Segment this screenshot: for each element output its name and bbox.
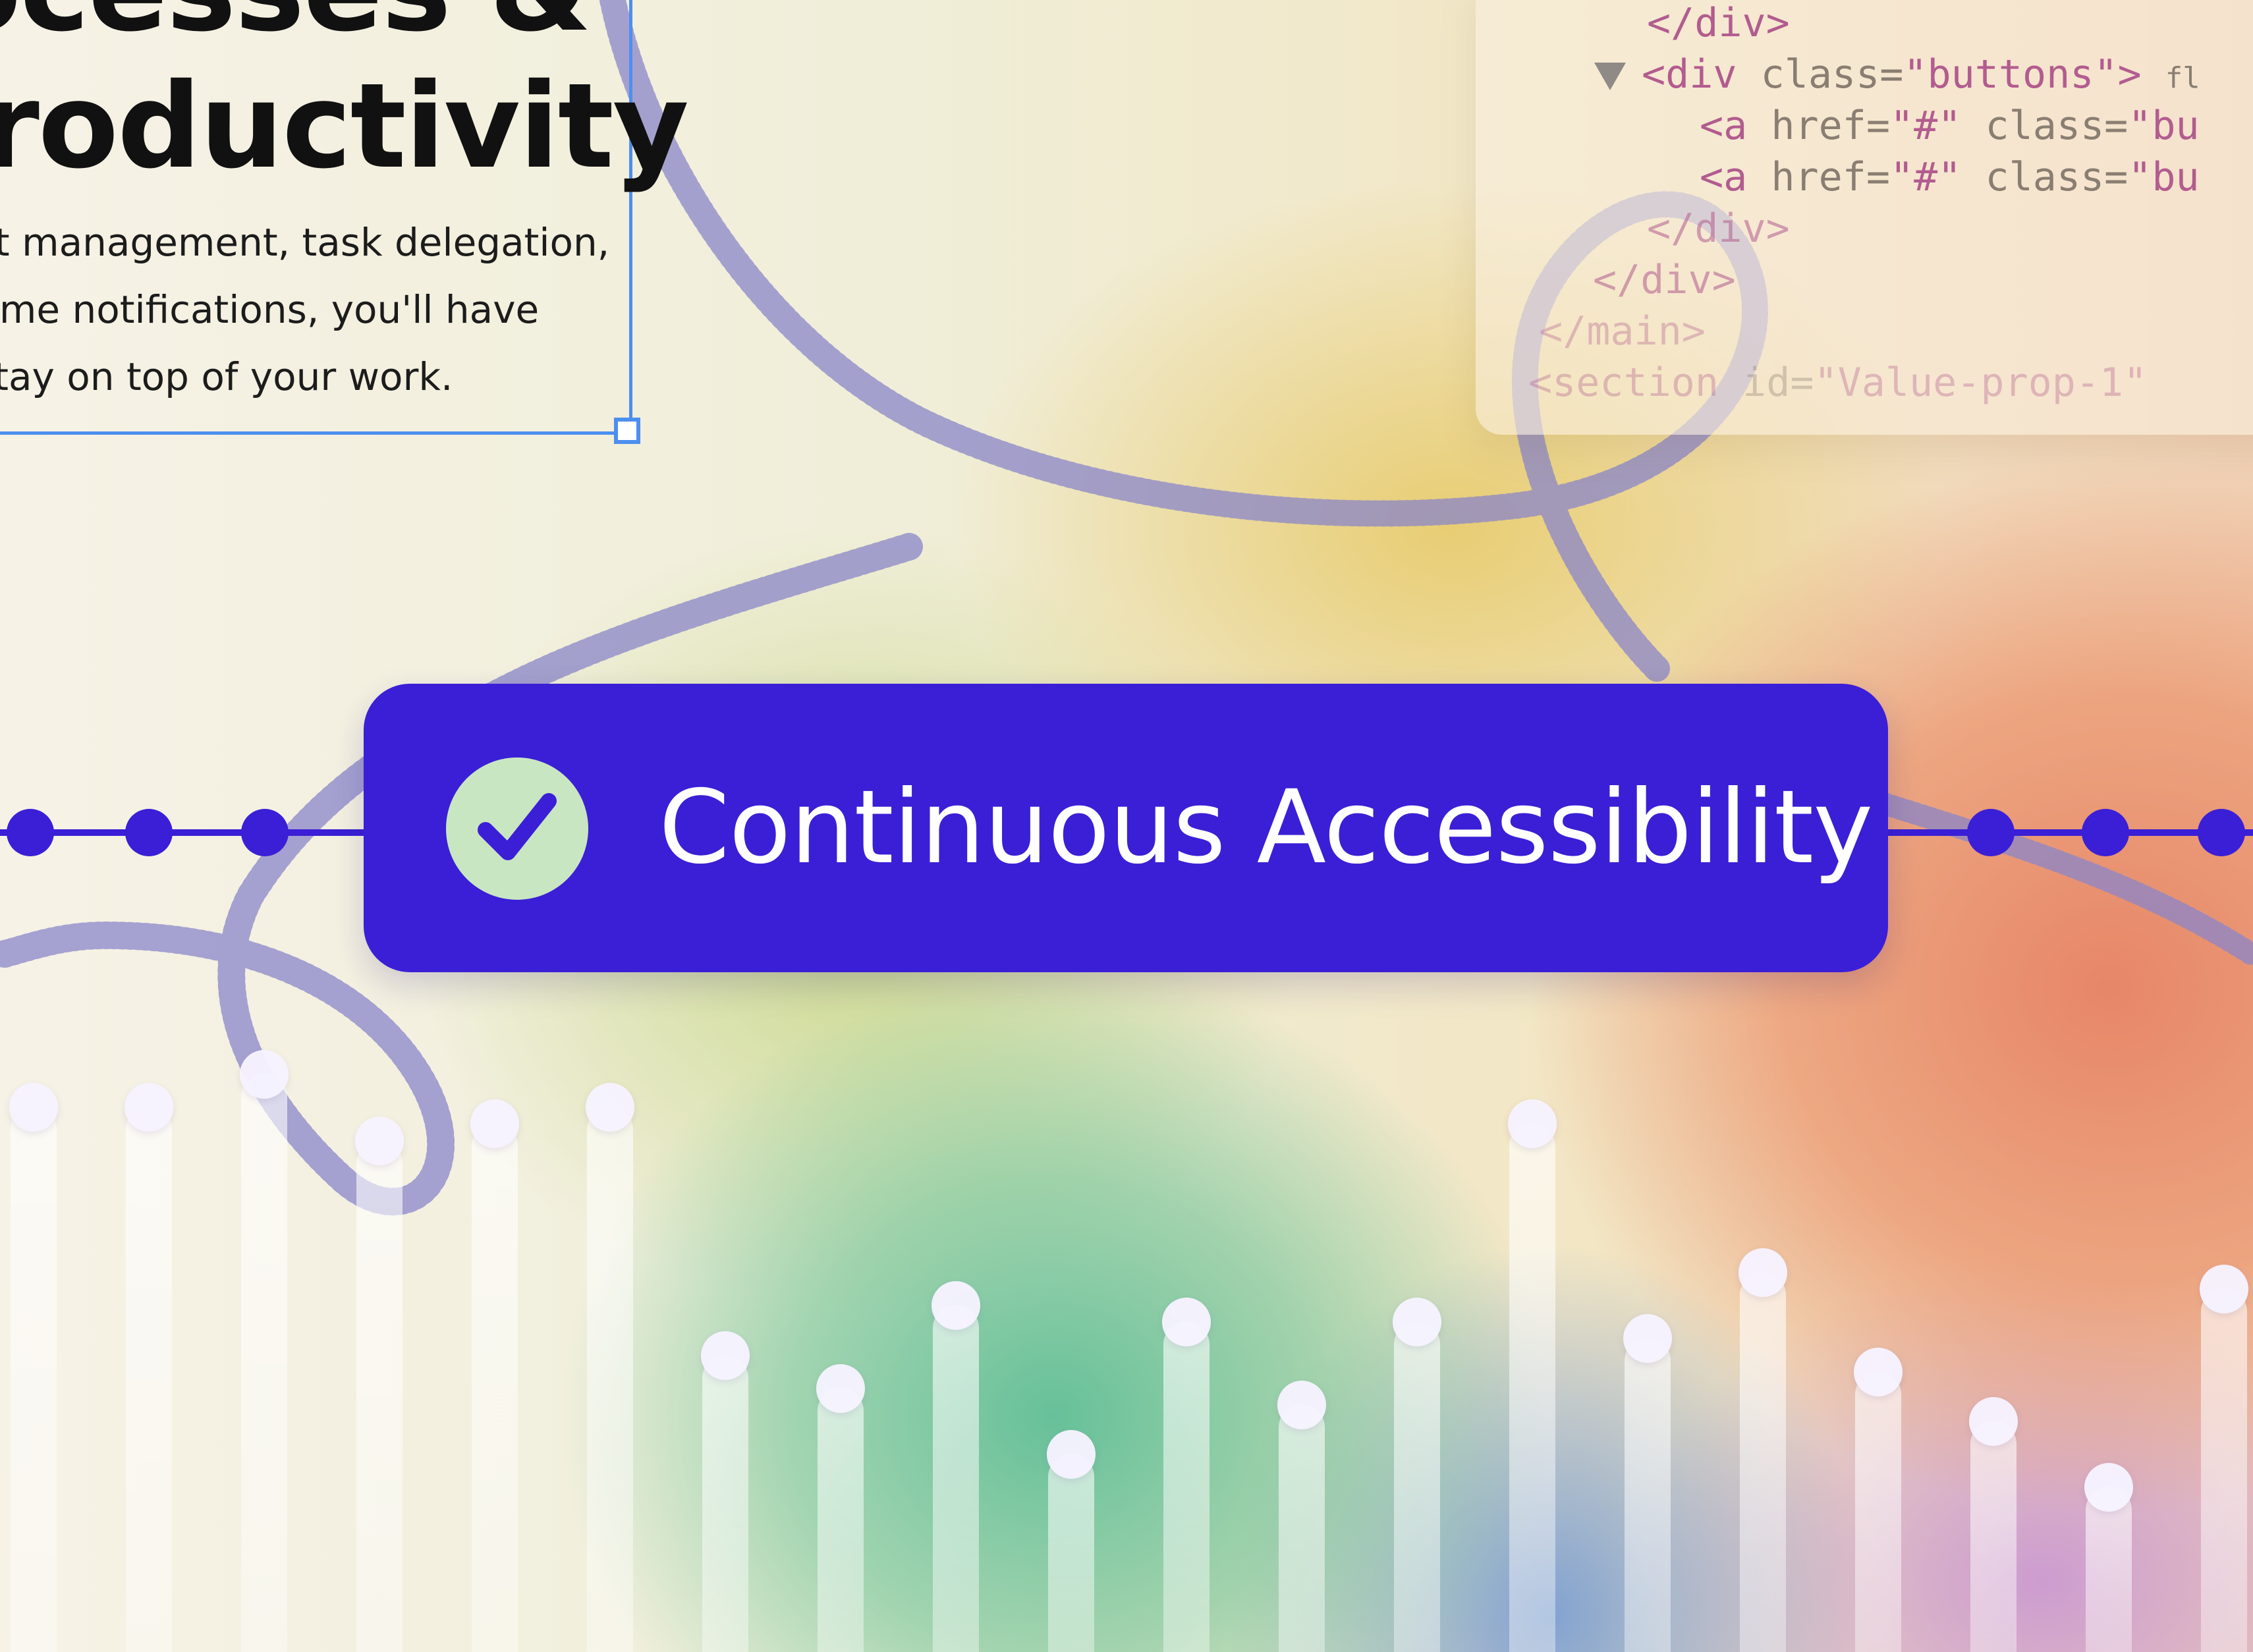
body-text-line: ct management, task delegation, [0,220,610,265]
continuous-accessibility-badge: Continuous Accessibility [364,684,1888,972]
code-line: <a href="#" class="bu [1700,103,2200,149]
code-line: <a href="#" class="bu [1700,154,2200,200]
code-line: <section id="Value-prop-1" [1528,360,2148,406]
timeline-track-left [0,829,369,836]
timeline-dot [2082,809,2129,856]
code-line: </div> [1647,0,1790,46]
code-line: </div> [1593,257,1736,303]
body-text-line: stay on top of your work. [0,354,453,399]
timeline-dot [241,809,289,856]
headline-line-1: ocesses & [0,0,592,57]
expand-caret-icon[interactable] [1594,63,1626,91]
code-inspector-panel: </div> <div class="buttons"> fl <a href=… [1476,0,2253,435]
timeline-dot [2198,809,2245,856]
timeline-dot [1967,809,2015,856]
body-text-line: time notifications, you'll have [0,287,540,332]
badge-label: Continuous Accessibility [659,769,1873,887]
checkmark-icon [446,757,588,900]
timeline-dot [125,809,173,856]
code-line: </div> [1647,206,1790,252]
resize-handle[interactable] [614,418,640,444]
headline-line-2: roductivity [0,58,689,194]
code-line: <div class="buttons"> fl [1594,49,2200,104]
flex-badge: fl [2165,61,2200,95]
code-line: </main> [1539,308,1706,354]
timeline-dot [7,809,54,856]
